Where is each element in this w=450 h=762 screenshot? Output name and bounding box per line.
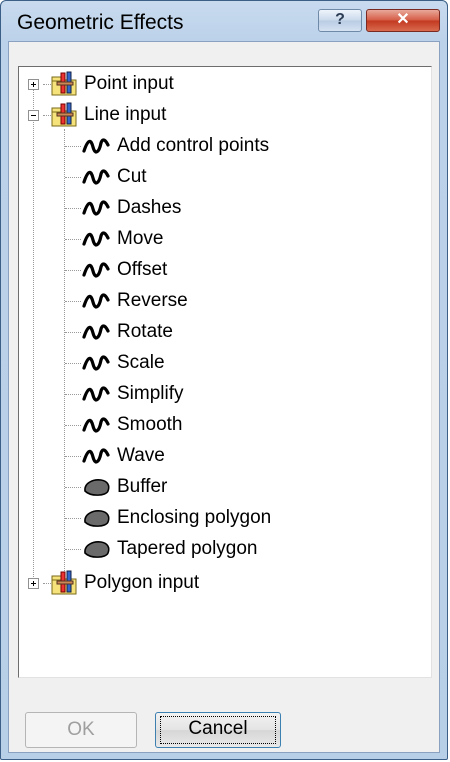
- wave-icon: [82, 448, 110, 464]
- tree-item-label: Line input: [84, 104, 167, 125]
- tree-item-label: Scale: [117, 352, 165, 373]
- tree-item-add-control-points[interactable]: Add control points: [81, 131, 269, 161]
- tree-item-wave[interactable]: Wave: [81, 441, 165, 471]
- tree-line: [65, 270, 81, 271]
- wave-icon: [82, 200, 110, 216]
- tree-item-scale[interactable]: Scale: [81, 348, 165, 378]
- tree-line: [65, 208, 81, 209]
- tree-item-label: Polygon input: [84, 572, 200, 593]
- tree-line: [64, 129, 65, 585]
- geometric-effects-dialog: Geometric Effects ? ✕ Point input Line i…: [0, 0, 448, 760]
- title-bar[interactable]: Geometric Effects ? ✕: [1, 1, 447, 41]
- polygon-blob-icon: [84, 541, 110, 558]
- tree-item-label: Cut: [117, 166, 147, 187]
- ok-button[interactable]: OK: [25, 712, 137, 748]
- tree-line: [65, 239, 81, 240]
- wave-icon: [82, 293, 110, 309]
- wave-icon: [82, 324, 110, 340]
- tree-item-reverse[interactable]: Reverse: [81, 286, 188, 316]
- tree-item-label: Rotate: [117, 321, 173, 342]
- tree-item-label: Add control points: [117, 135, 270, 156]
- tree-item-polygon-input[interactable]: Polygon input: [50, 568, 199, 598]
- wave-icon: [82, 169, 110, 185]
- tree-item-smooth[interactable]: Smooth: [81, 410, 182, 440]
- tree-item-line-input[interactable]: Line input: [50, 100, 166, 130]
- tree-item-label: Simplify: [117, 383, 184, 404]
- tree-item-label: Buffer: [117, 476, 168, 497]
- tree-item-label: Tapered polygon: [117, 538, 258, 559]
- cancel-button[interactable]: Cancel: [155, 712, 281, 748]
- tree-item-label: Enclosing polygon: [117, 507, 272, 528]
- tree-item-label: Wave: [117, 445, 165, 466]
- folder-tool-icon: [51, 71, 77, 96]
- wave-icon: [82, 138, 110, 154]
- tree-line: [65, 332, 81, 333]
- tree-line: [65, 425, 81, 426]
- tree-line: [65, 456, 81, 457]
- tree-item-label: Dashes: [117, 197, 182, 218]
- polygon-blob-icon: [84, 479, 110, 496]
- expand-point-input[interactable]: [28, 79, 39, 90]
- tree-item-buffer[interactable]: Buffer: [81, 472, 167, 502]
- dialog-body: Point input Line input Add control point…: [8, 41, 440, 753]
- close-button[interactable]: ✕: [366, 9, 440, 32]
- tree-line: [65, 301, 81, 302]
- dialog-title: Geometric Effects: [17, 11, 184, 34]
- tree-line: [65, 146, 81, 147]
- cancel-button-label: Cancel: [188, 718, 248, 739]
- tree-line: [65, 549, 81, 550]
- wave-icon: [82, 355, 110, 371]
- tree-line: [65, 363, 81, 364]
- tree-item-point-input[interactable]: Point input: [50, 69, 174, 99]
- expand-polygon-input[interactable]: [28, 578, 39, 589]
- folder-tool-icon: [51, 570, 77, 595]
- tree-item-offset[interactable]: Offset: [81, 255, 167, 285]
- effects-tree[interactable]: Point input Line input Add control point…: [18, 66, 432, 678]
- tree-item-cut[interactable]: Cut: [81, 162, 147, 192]
- tree-line: [33, 83, 34, 583]
- polygon-blob-icon: [84, 510, 110, 527]
- tree-line: [65, 394, 81, 395]
- tree-item-label: Offset: [117, 259, 168, 280]
- wave-icon: [82, 417, 110, 433]
- tree-item-rotate[interactable]: Rotate: [81, 317, 173, 347]
- tree-item-label: Smooth: [117, 414, 183, 435]
- tree-item-enclosing-polygon[interactable]: Enclosing polygon: [81, 503, 271, 533]
- tree-line: [65, 177, 81, 178]
- tree-line: [65, 487, 81, 488]
- tree-item-simplify[interactable]: Simplify: [81, 379, 184, 409]
- wave-icon: [82, 231, 110, 247]
- tree-line: [65, 518, 81, 519]
- tree-item-tapered-polygon[interactable]: Tapered polygon: [81, 534, 258, 564]
- wave-icon: [82, 386, 110, 402]
- wave-icon: [82, 262, 110, 278]
- tree-item-label: Point input: [84, 73, 174, 94]
- tree-item-dashes[interactable]: Dashes: [81, 193, 181, 223]
- help-button[interactable]: ?: [318, 9, 362, 32]
- tree-item-label: Move: [117, 228, 164, 249]
- tree-item-move[interactable]: Move: [81, 224, 163, 254]
- collapse-line-input[interactable]: [28, 110, 39, 121]
- folder-tool-icon: [51, 102, 77, 127]
- tree-item-label: Reverse: [117, 290, 188, 311]
